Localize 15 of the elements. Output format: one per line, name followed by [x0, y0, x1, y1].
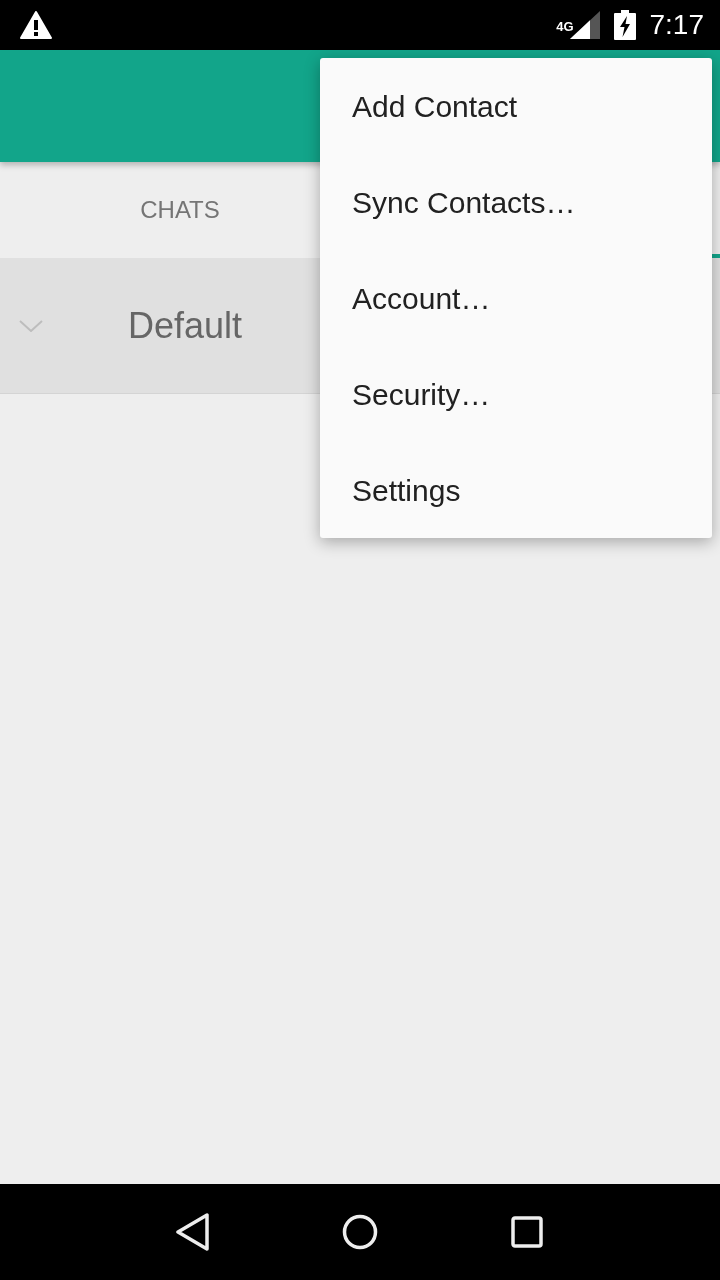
menu-item[interactable]: Add Contact: [320, 58, 712, 154]
warning-icon: [20, 11, 52, 39]
menu-item[interactable]: Sync Contacts…: [320, 154, 712, 250]
menu-item[interactable]: Security…: [320, 346, 712, 442]
network-type-label: 4G: [556, 20, 574, 33]
home-icon: [342, 1214, 378, 1250]
chevron-down-icon: [19, 319, 43, 332]
tab[interactable]: CHATS: [124, 184, 236, 236]
charging-battery-icon: [613, 10, 636, 40]
group-label: Default: [128, 303, 243, 348]
menu-item[interactable]: Settings: [320, 442, 712, 538]
recents-icon: [510, 1216, 543, 1248]
back-icon: [176, 1213, 211, 1251]
menu-item[interactable]: Account…: [320, 250, 712, 346]
clock-time: 7:17: [649, 11, 704, 39]
